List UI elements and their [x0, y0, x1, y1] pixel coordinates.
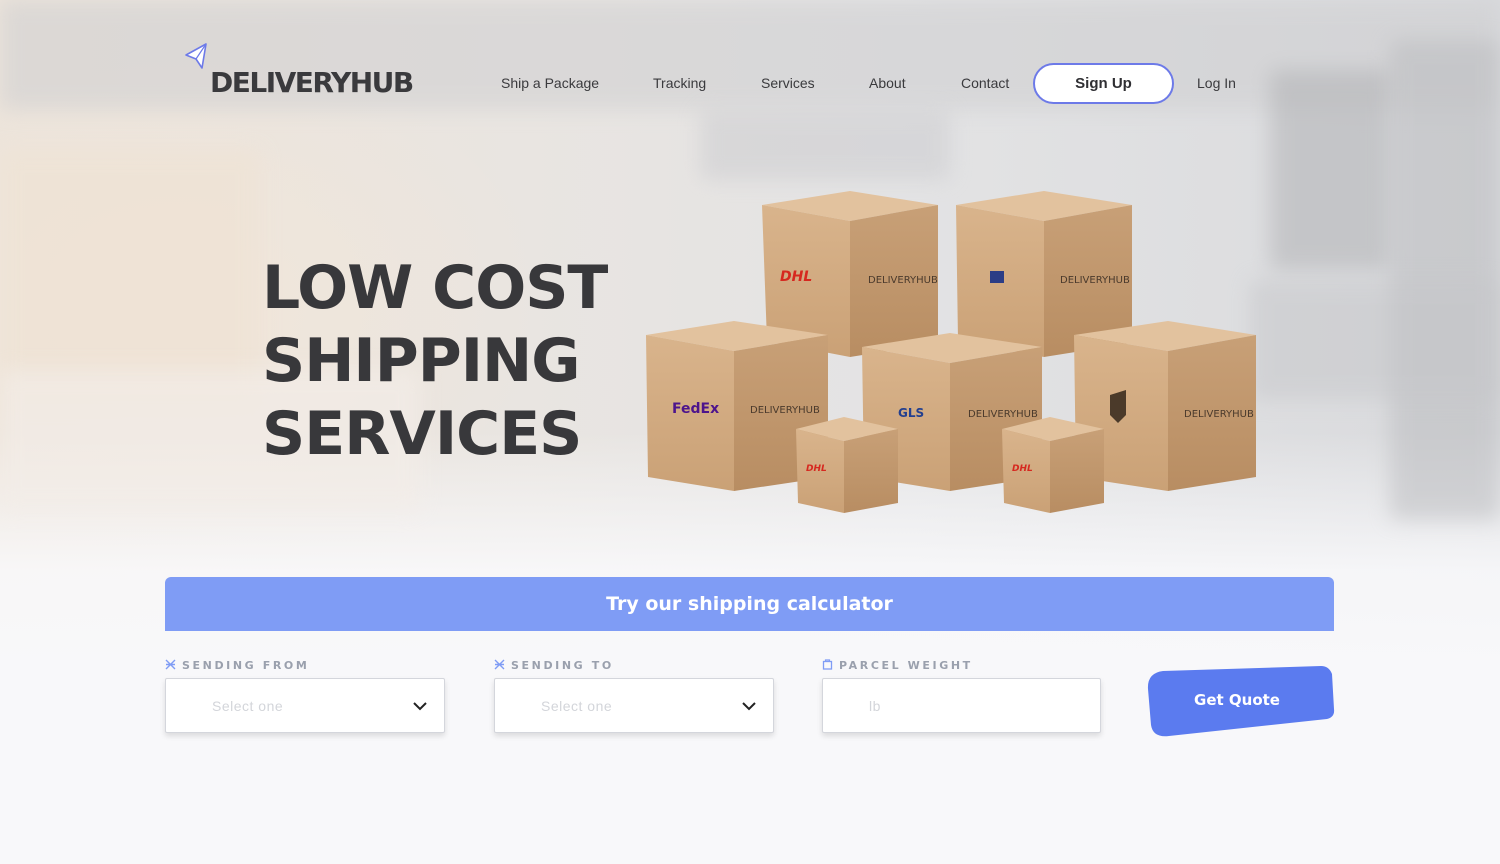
nav-services[interactable]: Services: [761, 75, 815, 91]
sending-from-label: SENDING FROM: [165, 659, 309, 673]
nav-contact[interactable]: Contact: [961, 75, 1009, 91]
gls-logo: GLS: [898, 406, 924, 420]
package-icon: [822, 659, 833, 670]
get-quote-label: Get Quote: [1194, 691, 1280, 709]
parcel-weight-input[interactable]: lb: [822, 678, 1101, 733]
dhl-logo: DHL: [780, 269, 812, 285]
box-small-right: DHL: [1002, 417, 1104, 513]
sending-from-select[interactable]: Select one: [165, 678, 445, 733]
usps-logo: [990, 271, 1004, 283]
get-quote-button[interactable]: Get Quote: [1147, 665, 1335, 738]
signup-button[interactable]: Sign Up: [1033, 63, 1174, 104]
headline-line: SERVICES: [262, 399, 582, 469]
sending-from-placeholder: Select one: [212, 698, 284, 714]
dhl-logo: DHL: [1012, 464, 1033, 474]
nav-tracking[interactable]: Tracking: [653, 75, 706, 91]
sending-to-placeholder: Select one: [541, 698, 613, 714]
location-icon: [165, 659, 176, 670]
login-link[interactable]: Log In: [1197, 75, 1236, 91]
deliveryhub-stamp: DELIVERYHUB: [1184, 409, 1254, 420]
parcel-weight-placeholder: lb: [869, 698, 881, 714]
deliveryhub-stamp: DELIVERYHUB: [868, 275, 938, 286]
fedex-logo: FedEx: [672, 401, 719, 417]
headline-line: SHIPPING: [262, 326, 581, 396]
deliveryhub-stamp: DELIVERYHUB: [750, 405, 820, 416]
chevron-down-icon: [413, 702, 427, 711]
deliveryhub-stamp: DELIVERYHUB: [1060, 275, 1130, 286]
hero-headline: LOW COST SHIPPING SERVICES: [262, 252, 662, 471]
nav-ship-package[interactable]: Ship a Package: [501, 75, 599, 91]
headline-line: LOW COST: [262, 253, 608, 323]
location-icon: [494, 659, 505, 670]
parcel-weight-label: PARCEL WEIGHT: [822, 659, 973, 673]
box-small-left: DHL: [796, 417, 898, 513]
dhl-logo: DHL: [806, 464, 827, 474]
deliveryhub-stamp: DELIVERYHUB: [968, 409, 1038, 420]
nav-about[interactable]: About: [869, 75, 906, 91]
chevron-down-icon: [742, 702, 756, 711]
calculator-banner: Try our shipping calculator: [165, 577, 1334, 631]
main-nav: Ship a Package Tracking Services About C…: [0, 75, 1500, 95]
sending-to-select[interactable]: Select one: [494, 678, 774, 733]
sending-to-label: SENDING TO: [494, 659, 614, 673]
shipping-boxes-illustration: DHL DELIVERYHUB DELIVERYHUB FedEx DELIVE…: [646, 191, 1256, 513]
